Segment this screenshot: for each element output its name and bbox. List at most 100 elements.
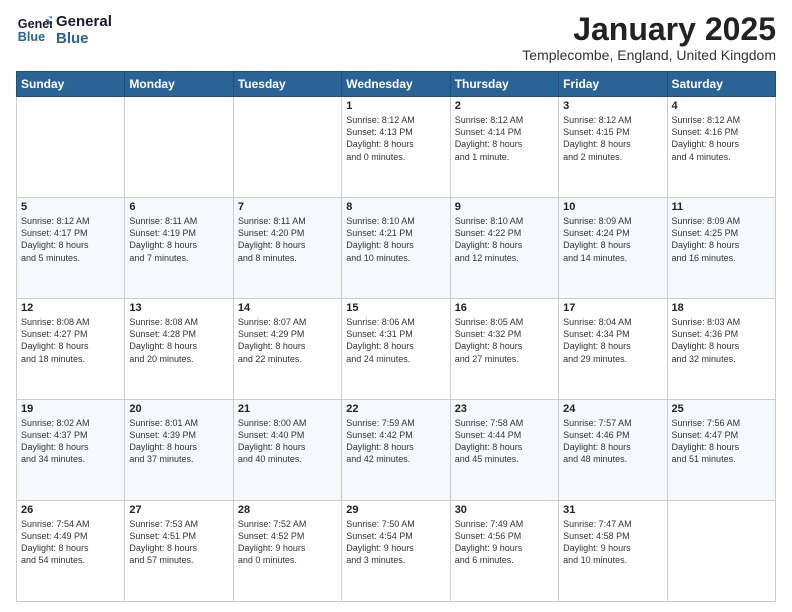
calendar-cell: 1Sunrise: 8:12 AM Sunset: 4:13 PM Daylig… xyxy=(342,97,450,198)
cell-info: Sunrise: 8:12 AM Sunset: 4:14 PM Dayligh… xyxy=(455,114,554,163)
cell-info: Sunrise: 8:04 AM Sunset: 4:34 PM Dayligh… xyxy=(563,316,662,365)
calendar-cell: 13 Sunrise: 8:08 AM Sunset: 4:28 PM Dayli… xyxy=(125,299,233,400)
cell-info: Sunrise: 8:06 AM Sunset: 4:31 PM Dayligh… xyxy=(346,316,445,365)
calendar-cell: 21Sunrise: 8:00 AM Sunset: 4:40 PM Dayli… xyxy=(233,400,341,501)
cell-info: Sunrise: 7:47 AM Sunset: 4:58 PM Dayligh… xyxy=(563,518,662,567)
calendar-cell: 28Sunrise: 7:52 AM Sunset: 4:52 PM Dayli… xyxy=(233,501,341,602)
calendar-cell: 12Sunrise: 8:08 AM Sunset: 4:27 PM Dayli… xyxy=(17,299,125,400)
calendar-cell: 8Sunrise: 8:10 AM Sunset: 4:21 PM Daylig… xyxy=(342,198,450,299)
cell-info: Sunrise: 8:03 AM Sunset: 4:36 PM Dayligh… xyxy=(672,316,771,365)
cell-info: Sunrise: 8:11 AM Sunset: 4:20 PM Dayligh… xyxy=(238,215,337,264)
cell-info: Sunrise: 7:54 AM Sunset: 4:49 PM Dayligh… xyxy=(21,518,120,567)
header: General Blue General Blue January 2025 T… xyxy=(16,12,776,63)
calendar-cell: 7Sunrise: 8:11 AM Sunset: 4:20 PM Daylig… xyxy=(233,198,341,299)
calendar-week-5: 26 Sunrise: 7:54 AM Sunset: 4:49 PM Dayli… xyxy=(17,501,776,602)
cell-info: Sunrise: 8:01 AM Sunset: 4:39 PM Dayligh… xyxy=(129,417,228,466)
day-header-friday: Friday xyxy=(559,72,667,97)
calendar-header-row: SundayMondayTuesdayWednesdayThursdayFrid… xyxy=(17,72,776,97)
svg-text:Blue: Blue xyxy=(18,30,45,44)
cell-info: Sunrise: 7:57 AM Sunset: 4:46 PM Dayligh… xyxy=(563,417,662,466)
day-header-wednesday: Wednesday xyxy=(342,72,450,97)
calendar-cell: 2Sunrise: 8:12 AM Sunset: 4:14 PM Daylig… xyxy=(450,97,558,198)
calendar-cell: 14 Sunrise: 8:07 AM Sunset: 4:29 PM Dayli… xyxy=(233,299,341,400)
day-number: 8 xyxy=(346,201,445,213)
calendar-cell: 24 Sunrise: 7:57 AM Sunset: 4:46 PM Dayli… xyxy=(559,400,667,501)
calendar-cell: 4Sunrise: 8:12 AM Sunset: 4:16 PM Daylig… xyxy=(667,97,775,198)
cell-info: Sunrise: 7:49 AM Sunset: 4:56 PM Dayligh… xyxy=(455,518,554,567)
day-number: 10 xyxy=(563,201,662,213)
calendar-cell xyxy=(17,97,125,198)
day-number: 17 xyxy=(563,302,662,314)
calendar-week-4: 19Sunrise: 8:02 AM Sunset: 4:37 PM Dayli… xyxy=(17,400,776,501)
calendar-cell xyxy=(233,97,341,198)
day-number: 22 xyxy=(346,403,445,415)
logo: General Blue General Blue xyxy=(16,12,112,48)
title-block: January 2025 Templecombe, England, Unite… xyxy=(522,12,776,63)
calendar-cell: 20 Sunrise: 8:01 AM Sunset: 4:39 PM Dayli… xyxy=(125,400,233,501)
day-number: 30 xyxy=(455,504,554,516)
cell-info: Sunrise: 7:53 AM Sunset: 4:51 PM Dayligh… xyxy=(129,518,228,567)
day-number: 4 xyxy=(672,100,771,112)
calendar-cell: 17 Sunrise: 8:04 AM Sunset: 4:34 PM Dayli… xyxy=(559,299,667,400)
day-number: 14 xyxy=(238,302,337,314)
cell-info: Sunrise: 8:02 AM Sunset: 4:37 PM Dayligh… xyxy=(21,417,120,466)
calendar-cell: 22 Sunrise: 7:59 AM Sunset: 4:42 PM Dayli… xyxy=(342,400,450,501)
day-number: 18 xyxy=(672,302,771,314)
cell-info: Sunrise: 8:10 AM Sunset: 4:22 PM Dayligh… xyxy=(455,215,554,264)
cell-info: Sunrise: 8:00 AM Sunset: 4:40 PM Dayligh… xyxy=(238,417,337,466)
calendar-cell: 6 Sunrise: 8:11 AM Sunset: 4:19 PM Daylig… xyxy=(125,198,233,299)
cell-info: Sunrise: 7:59 AM Sunset: 4:42 PM Dayligh… xyxy=(346,417,445,466)
calendar-cell: 18 Sunrise: 8:03 AM Sunset: 4:36 PM Dayli… xyxy=(667,299,775,400)
day-number: 23 xyxy=(455,403,554,415)
calendar-cell: 26 Sunrise: 7:54 AM Sunset: 4:49 PM Dayli… xyxy=(17,501,125,602)
logo-general: General xyxy=(56,13,112,30)
calendar-cell: 9 Sunrise: 8:10 AM Sunset: 4:22 PM Daylig… xyxy=(450,198,558,299)
calendar-cell: 16 Sunrise: 8:05 AM Sunset: 4:32 PM Dayli… xyxy=(450,299,558,400)
day-number: 28 xyxy=(238,504,337,516)
cell-info: Sunrise: 8:12 AM Sunset: 4:15 PM Dayligh… xyxy=(563,114,662,163)
calendar-cell: 25Sunrise: 7:56 AM Sunset: 4:47 PM Dayli… xyxy=(667,400,775,501)
calendar-cell: 27 Sunrise: 7:53 AM Sunset: 4:51 PM Dayli… xyxy=(125,501,233,602)
day-number: 24 xyxy=(563,403,662,415)
logo-icon: General Blue xyxy=(16,12,52,48)
cell-info: Sunrise: 8:11 AM Sunset: 4:19 PM Dayligh… xyxy=(129,215,228,264)
cell-info: Sunrise: 8:12 AM Sunset: 4:13 PM Dayligh… xyxy=(346,114,445,163)
day-number: 11 xyxy=(672,201,771,213)
calendar-cell: 31 Sunrise: 7:47 AM Sunset: 4:58 PM Dayli… xyxy=(559,501,667,602)
calendar-cell xyxy=(667,501,775,602)
calendar-week-3: 12Sunrise: 8:08 AM Sunset: 4:27 PM Dayli… xyxy=(17,299,776,400)
day-number: 20 xyxy=(129,403,228,415)
day-number: 26 xyxy=(21,504,120,516)
calendar-cell: 19Sunrise: 8:02 AM Sunset: 4:37 PM Dayli… xyxy=(17,400,125,501)
day-header-sunday: Sunday xyxy=(17,72,125,97)
calendar-table: SundayMondayTuesdayWednesdayThursdayFrid… xyxy=(16,71,776,602)
day-number: 27 xyxy=(129,504,228,516)
day-number: 29 xyxy=(346,504,445,516)
calendar-cell: 15 Sunrise: 8:06 AM Sunset: 4:31 PM Dayli… xyxy=(342,299,450,400)
day-number: 5 xyxy=(21,201,120,213)
cell-info: Sunrise: 7:56 AM Sunset: 4:47 PM Dayligh… xyxy=(672,417,771,466)
day-number: 13 xyxy=(129,302,228,314)
location-subtitle: Templecombe, England, United Kingdom xyxy=(522,47,776,63)
day-number: 16 xyxy=(455,302,554,314)
calendar-cell: 3 Sunrise: 8:12 AM Sunset: 4:15 PM Daylig… xyxy=(559,97,667,198)
cell-info: Sunrise: 8:05 AM Sunset: 4:32 PM Dayligh… xyxy=(455,316,554,365)
calendar-cell: 11 Sunrise: 8:09 AM Sunset: 4:25 PM Dayli… xyxy=(667,198,775,299)
day-header-saturday: Saturday xyxy=(667,72,775,97)
day-number: 3 xyxy=(563,100,662,112)
calendar-cell: 29 Sunrise: 7:50 AM Sunset: 4:54 PM Dayli… xyxy=(342,501,450,602)
month-title: January 2025 xyxy=(522,12,776,47)
cell-info: Sunrise: 7:50 AM Sunset: 4:54 PM Dayligh… xyxy=(346,518,445,567)
day-number: 31 xyxy=(563,504,662,516)
cell-info: Sunrise: 8:08 AM Sunset: 4:28 PM Dayligh… xyxy=(129,316,228,365)
page: General Blue General Blue January 2025 T… xyxy=(0,0,792,612)
cell-info: Sunrise: 8:09 AM Sunset: 4:25 PM Dayligh… xyxy=(672,215,771,264)
day-number: 12 xyxy=(21,302,120,314)
calendar-cell: 5Sunrise: 8:12 AM Sunset: 4:17 PM Daylig… xyxy=(17,198,125,299)
day-number: 15 xyxy=(346,302,445,314)
day-number: 9 xyxy=(455,201,554,213)
calendar-cell xyxy=(125,97,233,198)
cell-info: Sunrise: 8:07 AM Sunset: 4:29 PM Dayligh… xyxy=(238,316,337,365)
day-number: 6 xyxy=(129,201,228,213)
calendar-cell: 30 Sunrise: 7:49 AM Sunset: 4:56 PM Dayli… xyxy=(450,501,558,602)
